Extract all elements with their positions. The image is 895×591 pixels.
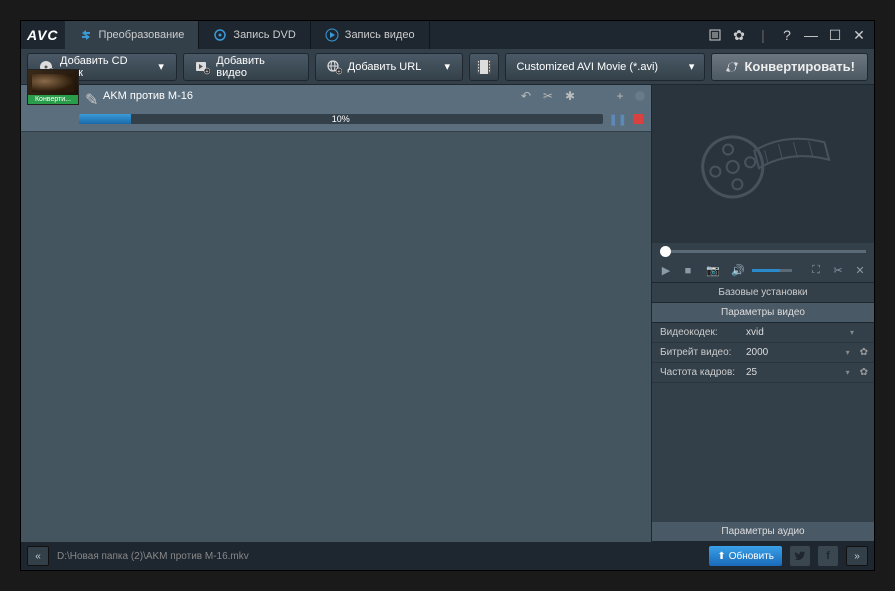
filmreel-placeholder-icon	[683, 109, 843, 219]
video-thumbnail[interactable]: Конверти...	[27, 69, 79, 105]
minimize-icon[interactable]: —	[802, 26, 820, 44]
chevron-down-icon: ▾	[444, 60, 452, 73]
stop-preview-button[interactable]: ■	[680, 265, 696, 277]
svg-text:+: +	[206, 69, 209, 75]
tab-record[interactable]: Запись видео	[311, 21, 430, 49]
maximize-icon[interactable]: ☐	[826, 26, 844, 44]
output-path: D:\Новая папка (2)\AKM против M-16.mkv	[57, 551, 701, 562]
tab-label: Преобразование	[99, 29, 185, 41]
file-item[interactable]: Конверти... ✎ AKM против M-16 ↶ ✂ ✱ +	[21, 85, 651, 132]
param-label: Битрейт видео:	[652, 347, 742, 358]
refresh-icon	[724, 59, 740, 75]
add-video-button[interactable]: + Добавить видео	[183, 53, 308, 81]
fullscreen-button[interactable]: ⛶	[808, 264, 824, 277]
basic-settings-header: Базовые установки	[652, 283, 874, 303]
progress-bar: 10%	[79, 114, 603, 124]
seek-slider[interactable]	[652, 243, 874, 259]
divider: |	[754, 26, 772, 44]
main-tabs: Преобразование Запись DVD Запись видео	[65, 21, 706, 49]
add-icon[interactable]: +	[613, 89, 627, 103]
gear-icon[interactable]: ✿	[854, 347, 874, 358]
main-area: Конверти... ✎ AKM против M-16 ↶ ✂ ✱ +	[21, 85, 874, 542]
volume-icon[interactable]: 🔊	[730, 264, 746, 277]
param-label: Частота кадров:	[652, 367, 742, 378]
button-label: Добавить URL	[348, 61, 422, 73]
globe-icon: +	[326, 59, 342, 75]
format-label: Customized AVI Movie (*.avi)	[516, 61, 658, 73]
format-icon-button[interactable]	[469, 53, 499, 81]
cut-icon[interactable]: ✂	[541, 89, 555, 103]
tab-convert[interactable]: Преобразование	[65, 21, 200, 49]
title-actions: ✿ | ? — ☐ ✕	[706, 26, 868, 44]
button-label: Добавить видео	[216, 55, 297, 79]
shuffle-button[interactable]: ✕	[852, 264, 868, 277]
edit-icon[interactable]: ✎	[85, 90, 97, 102]
chevron-down-icon: ▾	[689, 60, 695, 73]
svg-text:+: +	[337, 69, 340, 75]
chevron-down-icon[interactable]: ▾	[842, 348, 854, 357]
gear-icon[interactable]: ✿	[854, 367, 874, 378]
play-icon	[325, 28, 339, 42]
app-logo: AVC	[27, 27, 59, 43]
video-params-header[interactable]: Параметры видео	[652, 303, 874, 323]
param-fps: Частота кадров: 25 ▾ ✿	[652, 363, 874, 383]
chevron-down-icon[interactable]: ▾	[842, 368, 854, 377]
param-codec: Видеокодек: xvid ▾	[652, 323, 874, 343]
upload-icon: ⬆	[717, 551, 725, 562]
undo-icon[interactable]: ↶	[519, 89, 533, 103]
tab-label: Запись DVD	[233, 29, 295, 41]
param-value[interactable]: xvid	[742, 327, 846, 338]
tab-dvd[interactable]: Запись DVD	[199, 21, 310, 49]
filmstrip-icon	[475, 58, 493, 76]
pause-button[interactable]: ❚❚	[609, 113, 627, 126]
circle-icon[interactable]	[635, 91, 645, 101]
convert-button[interactable]: Конвертировать!	[711, 53, 868, 81]
twitter-button[interactable]	[790, 546, 810, 566]
menu-icon[interactable]	[706, 26, 724, 44]
format-dropdown[interactable]: Customized AVI Movie (*.avi) ▾	[505, 53, 705, 81]
volume-slider[interactable]	[752, 269, 792, 272]
dvd-icon	[213, 28, 227, 42]
param-bitrate: Битрейт видео: 2000 ▾ ✿	[652, 343, 874, 363]
cut-preview-button[interactable]: ✂	[830, 264, 846, 277]
add-url-button[interactable]: + Добавить URL ▾	[315, 53, 464, 81]
file-name: AKM против M-16	[103, 90, 513, 102]
preview-area	[652, 85, 874, 243]
titlebar: AVC Преобразование Запись DVD Запись вид…	[21, 21, 874, 49]
audio-params-header[interactable]: Параметры аудио	[652, 522, 874, 542]
button-label: Конвертировать!	[744, 59, 855, 74]
snapshot-button[interactable]: 📷	[702, 264, 724, 277]
file-list: Конверти... ✎ AKM против M-16 ↶ ✂ ✱ +	[21, 85, 652, 542]
stop-button[interactable]	[633, 114, 643, 124]
effects-icon[interactable]: ✱	[563, 89, 577, 103]
preview-controls: ▶ ■ 📷 🔊 ⛶ ✂ ✕	[652, 259, 874, 283]
toolbar: + Добавить CD диск ▾ + Добавить видео + …	[21, 49, 874, 85]
chevron-down-icon: ▾	[158, 60, 166, 73]
collapse-right-button[interactable]: »	[846, 546, 868, 566]
right-panel: ▶ ■ 📷 🔊 ⛶ ✂ ✕ Базовые установки Параметр…	[652, 85, 874, 542]
gear-icon[interactable]: ✿	[730, 26, 748, 44]
help-icon[interactable]: ?	[778, 26, 796, 44]
button-label: Обновить	[729, 551, 774, 562]
param-value[interactable]: 25	[742, 367, 842, 378]
close-icon[interactable]: ✕	[850, 26, 868, 44]
video-icon: +	[194, 59, 210, 75]
progress-text: 10%	[79, 114, 603, 124]
tab-label: Запись видео	[345, 29, 415, 41]
collapse-left-button[interactable]: «	[27, 546, 49, 566]
param-label: Видеокодек:	[652, 327, 742, 338]
thumb-status: Конверти...	[28, 95, 78, 104]
update-button[interactable]: ⬆ Обновить	[709, 546, 782, 566]
statusbar: « D:\Новая папка (2)\AKM против M-16.mkv…	[21, 542, 874, 570]
play-button[interactable]: ▶	[658, 264, 674, 277]
facebook-button[interactable]: f	[818, 546, 838, 566]
convert-icon	[79, 28, 93, 42]
chevron-down-icon[interactable]: ▾	[846, 328, 858, 337]
param-value[interactable]: 2000	[742, 347, 842, 358]
